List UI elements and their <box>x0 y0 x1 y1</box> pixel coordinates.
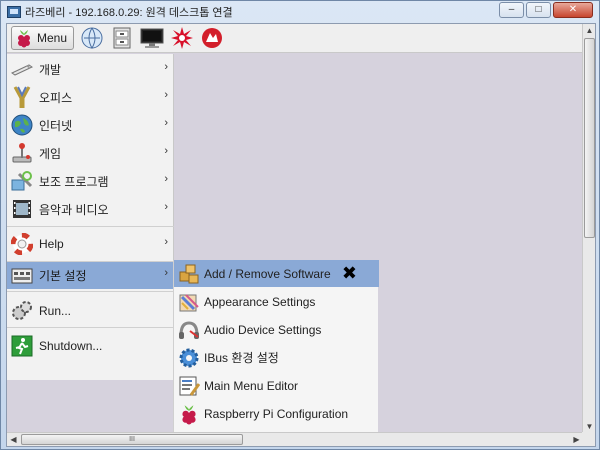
submenu-item-appearance-settings[interactable]: Appearance Settings <box>174 288 379 315</box>
maximize-button[interactable]: □ <box>526 2 551 18</box>
wolfram-icon[interactable] <box>200 26 224 50</box>
menu-item-label: 보조 프로그램 <box>39 174 109 189</box>
submenu-item-label: Appearance Settings <box>204 294 316 309</box>
editor-icon <box>178 375 200 397</box>
menu-separator <box>7 226 174 227</box>
accessories-icon <box>11 170 33 192</box>
raspberry-icon <box>178 403 200 425</box>
menu-item-internet[interactable]: 인터넷 › <box>7 112 174 138</box>
submenu-arrow-icon: › <box>164 117 168 129</box>
submenu-arrow-icon: › <box>164 61 168 73</box>
menu-separator <box>7 327 174 328</box>
submenu-item-main-menu-editor[interactable]: Main Menu Editor <box>174 372 379 399</box>
submenu-arrow-icon: › <box>164 267 168 279</box>
lifebuoy-icon <box>11 233 33 255</box>
exit-icon <box>11 335 33 357</box>
close-icon[interactable]: ✖ <box>342 263 357 284</box>
horizontal-scrollbar[interactable]: ◀ III ▶ <box>7 432 583 446</box>
submenu-arrow-icon: › <box>164 145 168 157</box>
office-icon <box>11 86 33 108</box>
menu-item-label: Shutdown... <box>39 339 103 353</box>
window-title: 라즈베리 - 192.168.0.29: 원격 데스크톱 연결 <box>25 7 233 19</box>
horizontal-scroll-thumb[interactable]: III <box>21 434 243 445</box>
joystick-icon <box>11 142 33 164</box>
submenu-arrow-icon: › <box>164 236 168 248</box>
vertical-scrollbar[interactable]: ▲ ▼ <box>582 24 595 433</box>
taskbar: Menu <box>7 24 583 53</box>
title-bar[interactable]: 라즈베리 - 192.168.0.29: 원격 데스크톱 연결 – □ ✕ <box>1 1 599 23</box>
submenu-item-label: Add / Remove Software <box>204 266 331 281</box>
menu-item-accessories[interactable]: 보조 프로그램 › <box>7 168 174 194</box>
menu-item-label: Help <box>39 237 64 251</box>
run-icon <box>11 300 33 322</box>
preferences-icon <box>11 265 33 287</box>
package-icon <box>178 263 200 285</box>
submenu-item-label: Audio Device Settings <box>204 322 322 337</box>
menu-item-label: 음악과 비디오 <box>39 202 109 217</box>
menu-item-label: 인터넷 <box>39 118 73 133</box>
gear-icon <box>178 347 200 369</box>
menu-item-preferences[interactable]: 기본 설정 › <box>7 262 174 289</box>
submenu-item-label: Main Menu Editor <box>204 378 299 393</box>
menu-item-help[interactable]: Help › <box>7 231 174 257</box>
menu-item-shutdown[interactable]: Shutdown... <box>7 333 174 359</box>
submenu-item-label: IBus 환경 설정 <box>204 351 279 365</box>
vertical-scroll-thumb[interactable] <box>584 38 595 238</box>
window-controls: – □ ✕ <box>499 2 593 18</box>
submenu-item-ibus-settings[interactable]: IBus 환경 설정 <box>174 344 379 371</box>
preferences-submenu: Add / Remove Software ✖ Appearance Setti… <box>173 260 379 434</box>
audio-icon <box>178 319 200 341</box>
rdp-window: 라즈베리 - 192.168.0.29: 원격 데스크톱 연결 – □ ✕ Me… <box>0 0 600 450</box>
submenu-item-audio-device-settings[interactable]: Audio Device Settings <box>174 316 379 343</box>
internet-icon <box>11 114 33 136</box>
minimize-button[interactable]: – <box>499 2 524 18</box>
menu-item-label: 게임 <box>39 146 62 161</box>
menu-item-games[interactable]: 게임 › <box>7 140 174 166</box>
menu-button[interactable]: Menu <box>11 26 75 50</box>
menu-item-label: 개발 <box>39 62 62 77</box>
scrollbar-corner <box>582 432 595 446</box>
submenu-arrow-icon: › <box>164 89 168 101</box>
raspberry-icon <box>18 30 30 48</box>
film-icon <box>11 198 33 220</box>
menu-item-run[interactable]: Run... <box>7 298 174 324</box>
globe-icon[interactable] <box>80 26 104 50</box>
submenu-item-raspberry-pi-configuration[interactable]: Raspberry Pi Configuration <box>174 400 379 427</box>
menu-button-label: Menu <box>37 31 68 45</box>
remote-desktop-area: Menu 개발 › 오피스 › 인터넷 › 게임 › 보조 프로그램 › 음악과… <box>6 23 596 447</box>
monitor-icon[interactable] <box>140 26 164 50</box>
menu-item-media[interactable]: 음악과 비디오 › <box>7 196 174 222</box>
close-button[interactable]: ✕ <box>553 2 593 18</box>
submenu-arrow-icon: › <box>164 201 168 213</box>
submenu-item-label: Raspberry Pi Configuration <box>204 406 349 421</box>
submenu-arrow-icon: › <box>164 173 168 185</box>
menu-item-office[interactable]: 오피스 › <box>7 84 174 110</box>
appearance-icon <box>178 291 200 313</box>
remote-desktop-icon <box>7 6 21 18</box>
burst-icon[interactable] <box>170 26 194 50</box>
main-menu: 개발 › 오피스 › 인터넷 › 게임 › 보조 프로그램 › 음악과 비디오 … <box>7 54 174 380</box>
menu-item-label: Run... <box>39 304 72 318</box>
development-icon <box>11 58 33 80</box>
scroll-left-icon[interactable]: ◀ <box>7 433 20 446</box>
file-cabinet-icon[interactable] <box>110 26 134 50</box>
menu-item-label: 기본 설정 <box>39 269 87 283</box>
submenu-item-add-remove-software[interactable]: Add / Remove Software ✖ <box>174 260 379 287</box>
scroll-up-icon[interactable]: ▲ <box>583 24 595 37</box>
menu-item-development[interactable]: 개발 › <box>7 56 174 82</box>
menu-separator <box>7 291 174 292</box>
menu-item-label: 오피스 <box>39 90 73 105</box>
